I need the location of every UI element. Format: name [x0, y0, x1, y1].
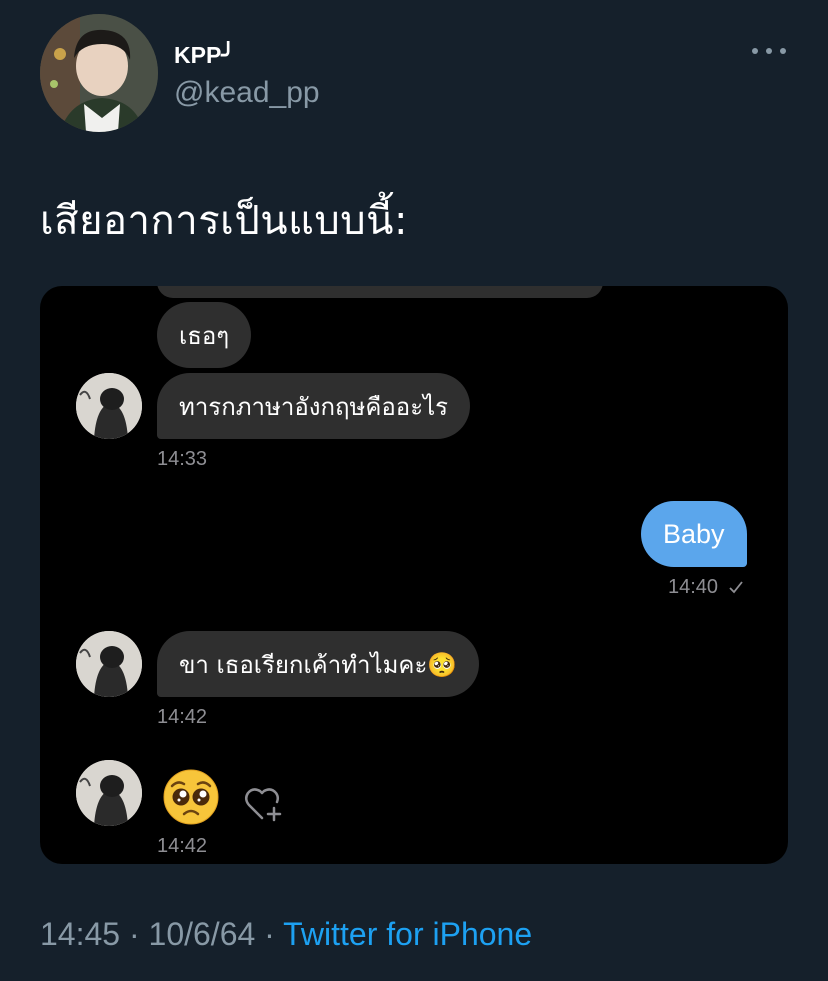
- message-text: Baby: [663, 518, 725, 549]
- more-dot: [752, 48, 758, 54]
- message-timestamp: 14:40: [668, 576, 744, 599]
- meta-separator: ·: [264, 916, 275, 952]
- heart-add-icon[interactable]: [244, 784, 290, 824]
- message-time: 14:40: [668, 576, 719, 598]
- meta-separator: ·: [128, 916, 140, 952]
- message-text: เธอๆ: [179, 321, 230, 350]
- check-icon: [728, 581, 743, 594]
- message-bubble-outgoing: Baby: [641, 501, 747, 567]
- message-bubble-incoming: ขา เธอเรียกเค้าทำไมคะ🥺: [157, 631, 480, 697]
- tweet-meta: 14:45 · 10/6/64 · Twitter for iPhone: [40, 916, 532, 953]
- chat-avatar: [76, 631, 142, 697]
- more-dot: [766, 48, 772, 54]
- message-bubble-incoming: เธอๆ: [157, 302, 252, 368]
- author-avatar[interactable]: [40, 14, 158, 132]
- chat-avatar: [76, 373, 142, 439]
- tweet-time[interactable]: 14:45: [40, 916, 120, 952]
- partial-message-bubble: [157, 286, 603, 298]
- message-timestamp: 14:42: [157, 835, 208, 857]
- message-text: ทารกภาษาอังกฤษคืออะไร: [179, 392, 449, 421]
- author-display-name[interactable]: KPP╯: [174, 42, 235, 69]
- message-text: ขา เธอเรียกเค้าทำไมคะ🥺: [179, 650, 458, 679]
- author-handle[interactable]: @kead_pp: [174, 76, 320, 110]
- tweet-media-image[interactable]: เธอๆ ทารกภาษาอังกฤษคืออะไร 14:33 Baby 14…: [40, 286, 788, 864]
- more-options-icon[interactable]: [752, 40, 786, 62]
- more-dot: [780, 48, 786, 54]
- message-bubble-incoming: ทารกภาษาอังกฤษคืออะไร: [157, 373, 471, 439]
- tweet-date[interactable]: 10/6/64: [149, 916, 256, 952]
- chat-avatar: [76, 760, 142, 826]
- message-timestamp: 14:42: [157, 706, 208, 728]
- message-timestamp: 14:33: [157, 448, 208, 470]
- tweet-text: เสียอาการเป็นแบบนี้:: [40, 198, 408, 244]
- pleading-face-emoji: [163, 769, 219, 825]
- tweet-source-link[interactable]: Twitter for iPhone: [283, 916, 532, 952]
